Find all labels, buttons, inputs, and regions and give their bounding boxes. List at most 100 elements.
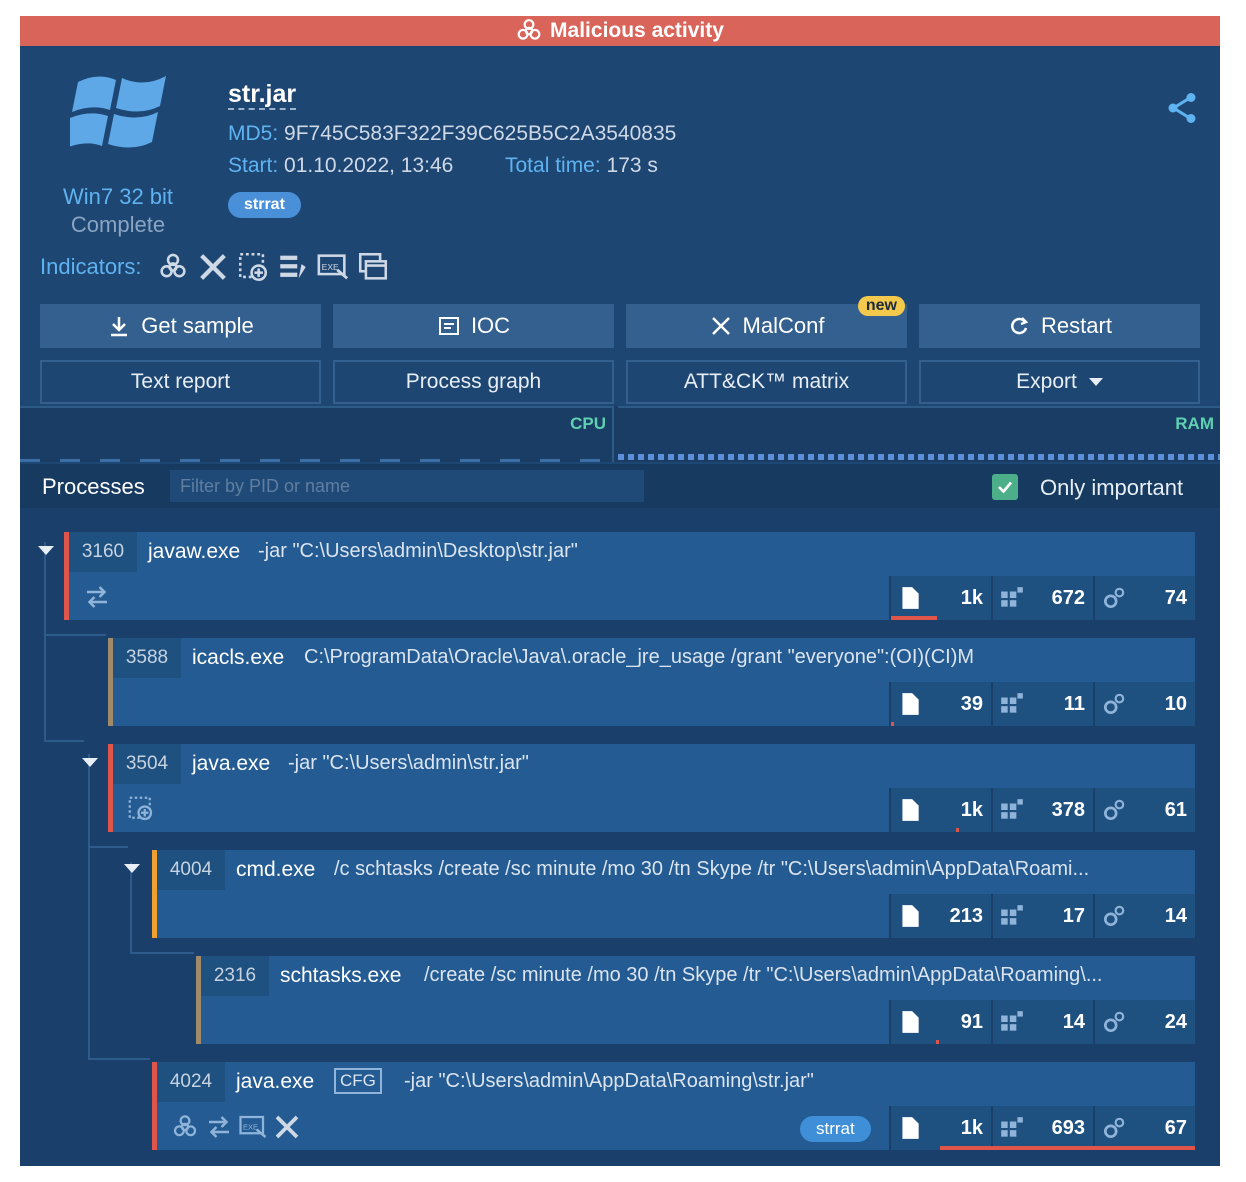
process-cmd: /c schtasks /create /sc minute /mo 30 /t… <box>334 858 1090 880</box>
files-stat[interactable]: 91 <box>889 1000 991 1044</box>
modules-stat[interactable]: 67 <box>1093 1106 1195 1150</box>
restart-button[interactable]: Restart <box>919 304 1200 348</box>
files-stat[interactable]: 1k <box>889 576 991 620</box>
process-row[interactable]: 4024 java.exe CFG -jar "C:\Users\admin\A… <box>152 1062 1195 1150</box>
export-button[interactable]: Export <box>919 360 1200 404</box>
tools-icon[interactable] <box>272 1112 302 1142</box>
network-icon[interactable] <box>126 794 156 824</box>
process-cmd: C:\ProgramData\Oracle\Java\.oracle_jre_u… <box>304 646 975 668</box>
executable-icon[interactable]: EXE <box>316 250 350 284</box>
process-stats: 1k 378 61 <box>889 788 1195 832</box>
malconf-label: MalConf <box>742 313 825 338</box>
cfg-badge[interactable]: CFG <box>334 1068 382 1094</box>
activity-underline <box>891 616 937 620</box>
tree-line <box>130 952 194 954</box>
process-pid: 3504 <box>113 744 181 784</box>
cpu-line <box>20 459 614 462</box>
files-count: 1k <box>960 586 983 609</box>
indicators-label: Indicators: <box>40 254 142 279</box>
md5-row: MD5: 9F745C583F322F39C625B5C2A3540835 <box>228 122 676 146</box>
modules-stat[interactable]: 24 <box>1093 1000 1195 1044</box>
process-tag[interactable]: strrat <box>800 1116 871 1142</box>
process-name: javaw.exe <box>148 540 241 563</box>
process-pid: 3588 <box>113 638 181 678</box>
network-arrows-icon[interactable] <box>82 582 112 612</box>
start-label: Start: <box>228 154 279 177</box>
network-arrows-icon[interactable] <box>204 1112 234 1142</box>
process-graph-label: Process graph <box>405 370 542 393</box>
file-icon <box>902 587 919 609</box>
share-icon[interactable] <box>1164 90 1200 126</box>
modules-stat[interactable]: 61 <box>1093 788 1195 832</box>
files-count: 1k <box>960 798 983 821</box>
registry-count: 14 <box>1062 1010 1085 1033</box>
process-pid: 4024 <box>157 1062 225 1102</box>
biohazard-icon[interactable] <box>156 250 190 284</box>
collapse-toggle-icon[interactable] <box>82 758 98 767</box>
process-row[interactable]: 2316 schtasks.exe /create /sc minute /mo… <box>196 956 1195 1044</box>
text-report-button[interactable]: Text report <box>40 360 321 404</box>
tree-line <box>44 634 106 636</box>
ioc-button[interactable]: IOC <box>333 304 614 348</box>
tools-icon[interactable] <box>196 250 230 284</box>
process-filter-input[interactable] <box>170 470 644 502</box>
file-tag[interactable]: strrat <box>228 192 301 218</box>
registry-stat[interactable]: 693 <box>991 1106 1093 1150</box>
malconf-button[interactable]: MalConf new <box>626 296 907 348</box>
primary-actions: Get sample IOC MalConf new Restart <box>40 296 1200 348</box>
gears-icon <box>1103 693 1125 715</box>
malicious-banner: Malicious activity <box>20 16 1220 46</box>
document-list-icon <box>438 317 459 335</box>
registry-stat[interactable]: 11 <box>991 682 1093 726</box>
windows-icon[interactable] <box>356 250 390 284</box>
files-stat[interactable]: 1k <box>889 1106 991 1150</box>
process-row[interactable]: 3588 icacls.exe C:\ProgramData\Oracle\Ja… <box>108 638 1195 726</box>
process-row[interactable]: 3504 java.exe -jar "C:\Users\admin\str.j… <box>108 744 1195 832</box>
process-row[interactable]: 3160 javaw.exe -jar "C:\Users\admin\Desk… <box>64 532 1195 620</box>
modules-stat[interactable]: 14 <box>1093 894 1195 938</box>
registry-icon <box>1001 799 1023 819</box>
attck-matrix-button[interactable]: ATT&CK™ matrix <box>626 360 907 404</box>
modules-count: 61 <box>1164 798 1187 821</box>
collapse-toggle-icon[interactable] <box>38 546 54 555</box>
file-icon <box>902 905 919 927</box>
modules-count: 14 <box>1164 904 1187 927</box>
start-value: 01.10.2022, 13:46 <box>284 154 454 177</box>
process-name: cmd.exe <box>236 858 316 881</box>
chevron-down-icon <box>1088 378 1103 386</box>
get-sample-button[interactable]: Get sample <box>40 304 321 348</box>
process-indicators: EXE <box>170 1112 302 1142</box>
files-stat[interactable]: 1k <box>889 788 991 832</box>
registry-stat[interactable]: 672 <box>991 576 1093 620</box>
files-stat[interactable]: 39 <box>889 682 991 726</box>
cpu-graph: CPU <box>20 406 614 462</box>
modules-stat[interactable]: 10 <box>1093 682 1195 726</box>
registry-icon[interactable] <box>276 250 310 284</box>
registry-stat[interactable]: 14 <box>991 1000 1093 1044</box>
registry-icon <box>1001 905 1023 925</box>
registry-icon <box>1001 1117 1023 1137</box>
file-icon <box>902 799 919 821</box>
indicators: Indicators: EXE <box>40 250 390 284</box>
collapse-toggle-icon[interactable] <box>124 864 140 873</box>
process-graph-button[interactable]: Process graph <box>333 360 614 404</box>
registry-stat[interactable]: 17 <box>991 894 1093 938</box>
files-stat[interactable]: 213 <box>889 894 991 938</box>
only-important-label[interactable]: Only important <box>1040 475 1183 501</box>
biohazard-icon[interactable] <box>170 1112 200 1142</box>
process-row[interactable]: 4004 cmd.exe /c schtasks /create /sc min… <box>152 850 1195 938</box>
os-status: Complete <box>70 212 166 237</box>
process-name: java.exe <box>192 752 271 775</box>
executable-icon[interactable]: EXE <box>238 1112 268 1142</box>
registry-stat[interactable]: 378 <box>991 788 1093 832</box>
download-icon <box>111 317 128 337</box>
checkmark-icon <box>998 481 1013 494</box>
only-important-checkbox[interactable] <box>992 474 1018 500</box>
files-count: 1k <box>960 1116 983 1139</box>
file-name[interactable]: str.jar <box>228 80 297 110</box>
network-icon[interactable] <box>236 250 270 284</box>
files-count: 39 <box>960 692 983 715</box>
processes-header: Processes Only important <box>20 464 1220 508</box>
modules-stat[interactable]: 74 <box>1093 576 1195 620</box>
file-icon <box>902 693 919 715</box>
